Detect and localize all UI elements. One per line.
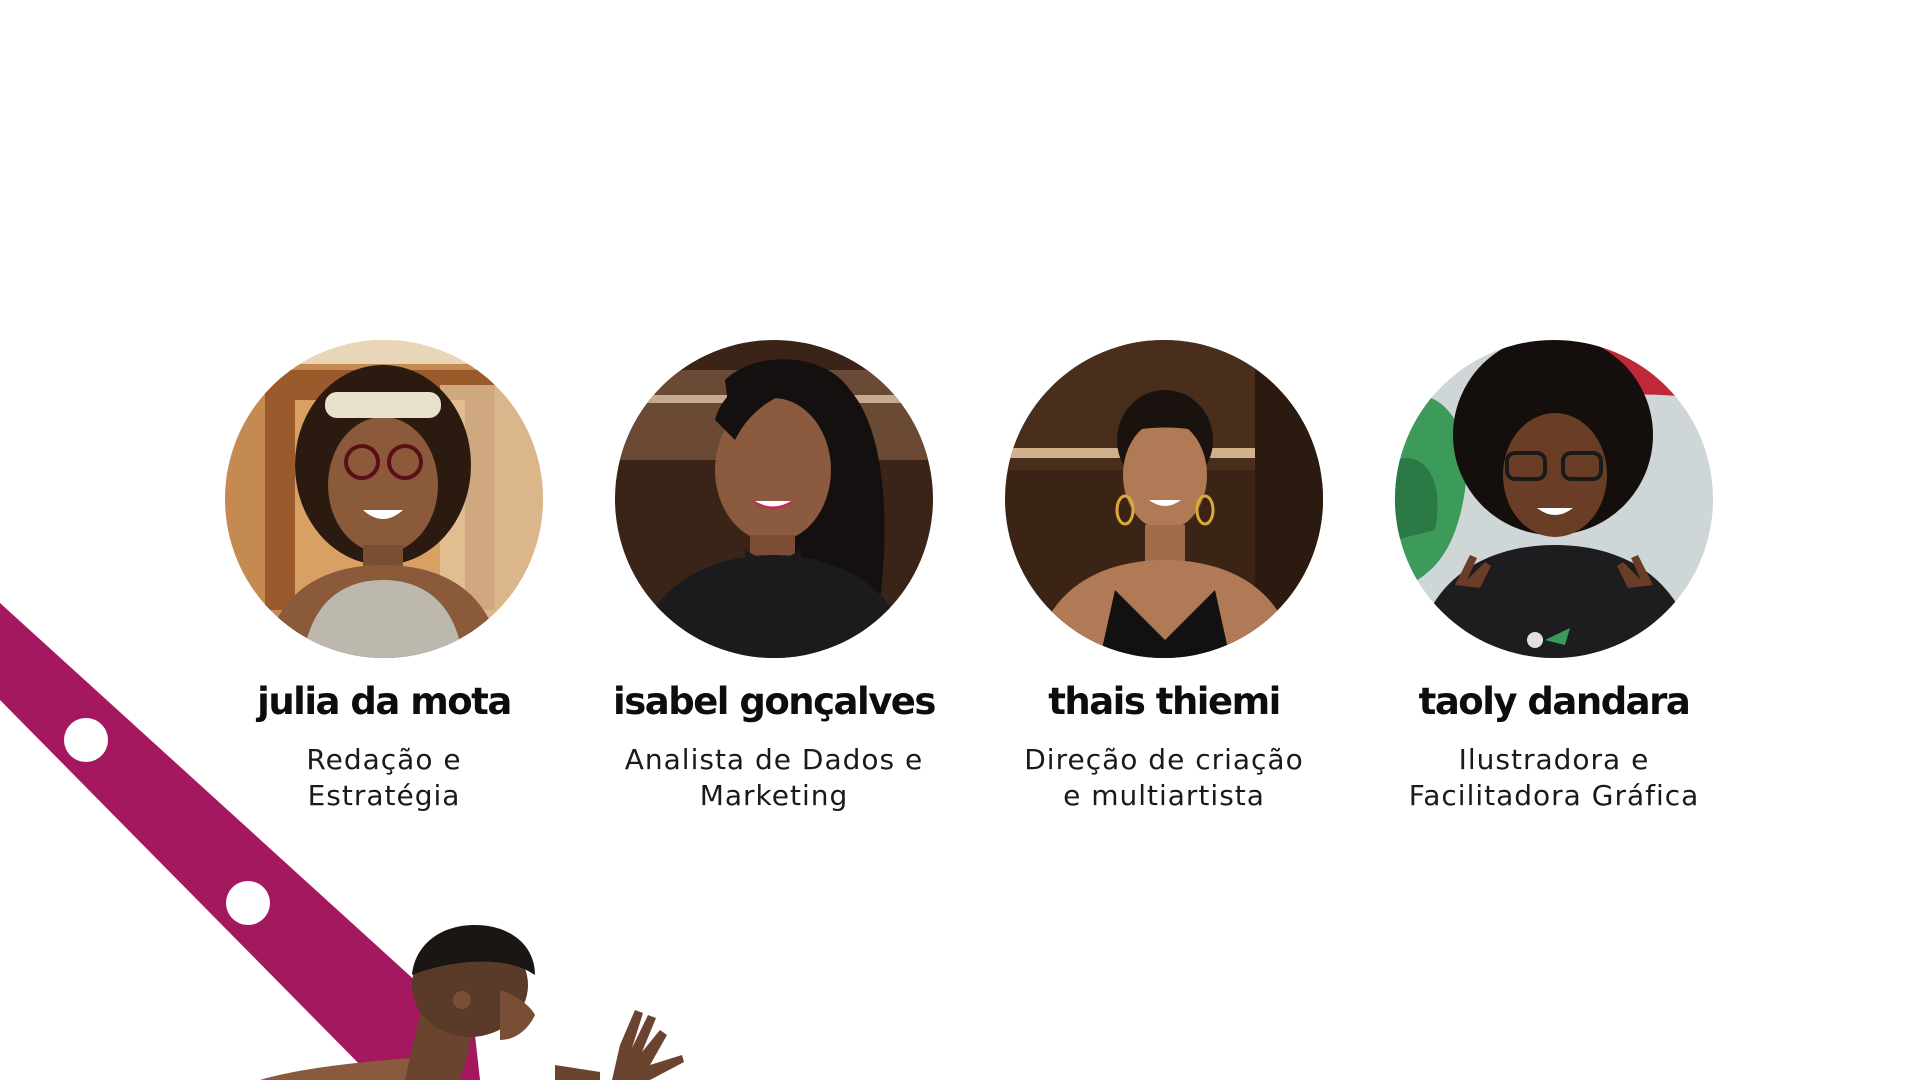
member-role: Analista de Dados e Marketing: [564, 742, 984, 814]
member-role-line: Direção de criação: [1024, 743, 1304, 776]
member-name: thais thiemi: [1048, 680, 1281, 723]
portrait-taoly: [1395, 340, 1713, 658]
team-member-taoly: taoly dandara Ilustradora e Facilitadora…: [1344, 340, 1764, 814]
team-member-julia: julia da mota Redação e Estratégia: [174, 340, 594, 814]
member-name: julia da mota: [257, 680, 512, 723]
portrait-thais: [1005, 340, 1323, 658]
member-role-line: Analista de Dados e: [624, 743, 924, 776]
slide: julia da mota Redação e Estratégia isabe…: [0, 0, 1920, 1080]
member-role-line: Marketing: [699, 779, 849, 812]
stripe-dot: [226, 881, 270, 925]
member-role-line: e multiartista: [1063, 779, 1265, 812]
photo-julia: [225, 340, 543, 658]
member-name: isabel gonçalves: [613, 680, 936, 723]
member-role: Redação e Estratégia: [174, 742, 594, 814]
member-role-line: Facilitadora Gráfica: [1408, 779, 1700, 812]
portrait-isabel: [615, 340, 933, 658]
stripe-dot: [64, 718, 108, 762]
photo-taoly: [1395, 340, 1713, 658]
team-member-isabel: isabel gonçalves Analista de Dados e Mar…: [564, 340, 984, 814]
member-role-line: Redação e: [306, 743, 462, 776]
team-member-thais: thais thiemi Direção de criação e multia…: [954, 340, 1374, 814]
photo-thais: [1005, 340, 1323, 658]
member-role-line: Ilustradora e: [1458, 743, 1650, 776]
runner-figure-icon: [260, 925, 684, 1080]
member-name: taoly dandara: [1418, 680, 1691, 723]
member-role-line: Estratégia: [307, 779, 461, 812]
member-role: Ilustradora e Facilitadora Gráfica: [1344, 742, 1764, 814]
photo-isabel: [615, 340, 933, 658]
portrait-julia: [225, 340, 543, 658]
member-role: Direção de criação e multiartista: [954, 742, 1374, 814]
